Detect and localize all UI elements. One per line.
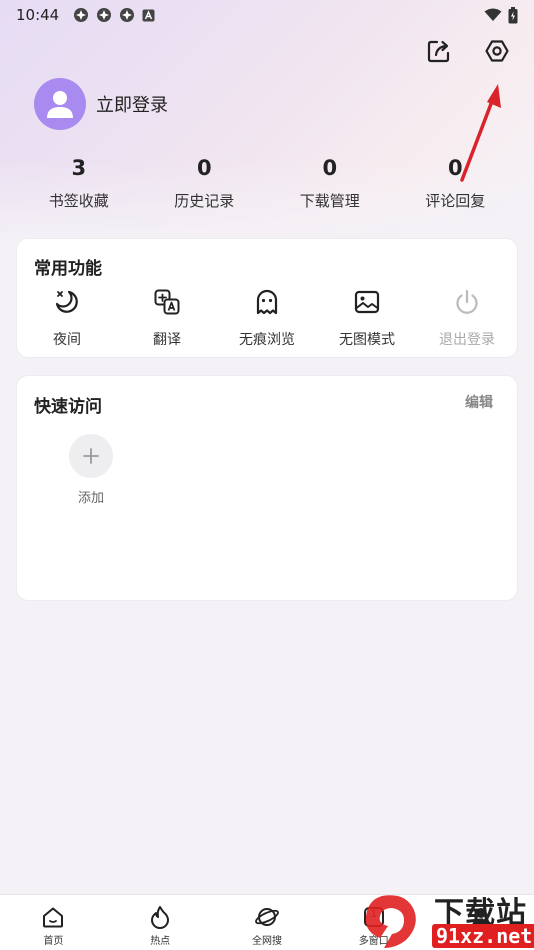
feature-translate[interactable]: 翻译 — [117, 287, 217, 349]
settings-icon — [485, 40, 509, 62]
nav-label: 全网搜 — [251, 936, 282, 947]
stat-label: 评论回复 — [425, 192, 486, 210]
translate-icon — [154, 289, 180, 315]
stats-row: 3 书签收藏 0 历史记录 0 下载管理 0 评论回复 — [16, 156, 518, 211]
app-icon — [97, 8, 112, 22]
nav-home[interactable]: 首页 — [0, 895, 107, 950]
stat-label: 下载管理 — [299, 192, 360, 210]
ghost-icon — [256, 289, 278, 315]
quick-access-title: 快速访问 — [34, 397, 102, 417]
plus-icon — [83, 448, 99, 464]
header-actions — [424, 36, 512, 66]
flame-icon — [151, 906, 170, 929]
watermark-url: 91xz.net — [432, 924, 534, 948]
nav-label: 热点 — [150, 936, 171, 947]
feature-logout[interactable]: 退出登录 — [417, 287, 517, 349]
stat-bookmarks[interactable]: 3 书签收藏 — [16, 156, 142, 211]
status-bar: 10:44 — [0, 0, 534, 30]
home-icon — [43, 907, 64, 928]
feature-night-mode[interactable]: 夜间 — [17, 287, 117, 349]
nav-label: 首页 — [43, 936, 64, 947]
add-label: 添加 — [77, 491, 104, 506]
stat-value: 0 — [196, 156, 212, 180]
avatar[interactable] — [34, 78, 86, 130]
feature-label: 翻译 — [153, 332, 181, 348]
power-icon — [456, 289, 478, 314]
feature-label: 无痕浏览 — [239, 332, 295, 348]
share-icon — [427, 40, 450, 63]
wifi-icon — [484, 8, 502, 21]
watermark-logo — [365, 895, 416, 948]
status-time: 10:44 — [16, 6, 60, 24]
stat-downloads[interactable]: 0 下载管理 — [267, 156, 393, 211]
stat-value: 0 — [322, 156, 338, 180]
feature-incognito[interactable]: 无痕浏览 — [217, 287, 317, 349]
common-functions-title: 常用功能 — [34, 259, 102, 279]
feature-list: 夜间 翻译 无痕浏览 无图模式 退出登录 — [17, 287, 517, 349]
add-shortcut-button[interactable] — [69, 434, 113, 478]
battery-icon — [508, 6, 518, 23]
watermark: 下载站 91xz.net — [356, 888, 534, 950]
stat-comments[interactable]: 0 评论回复 — [393, 156, 519, 211]
notification-icons — [73, 7, 155, 23]
stat-value: 0 — [447, 156, 463, 180]
app-icon — [120, 8, 135, 22]
user-avatar-icon — [47, 91, 73, 118]
feature-no-image[interactable]: 无图模式 — [317, 287, 417, 349]
common-functions-card: 常用功能 夜间 翻译 无痕浏览 无图模式 退出登录 — [16, 238, 518, 358]
planet-icon — [255, 908, 279, 926]
image-icon — [354, 290, 380, 314]
nav-hot[interactable]: 热点 — [107, 895, 214, 950]
stat-label: 书签收藏 — [48, 192, 109, 210]
feature-label: 夜间 — [53, 332, 81, 348]
moon-icon — [55, 290, 78, 313]
quick-access-card: 快速访问 编辑 添加 — [16, 375, 518, 601]
stat-history[interactable]: 0 历史记录 — [142, 156, 268, 211]
edit-button[interactable]: 编辑 — [465, 392, 493, 412]
login-label[interactable]: 立即登录 — [96, 91, 168, 117]
feature-label: 无图模式 — [339, 332, 395, 348]
a-icon — [142, 9, 155, 21]
feature-label: 退出登录 — [439, 332, 495, 348]
status-right-icons — [484, 6, 518, 24]
app-icon — [74, 8, 89, 22]
share-button[interactable] — [424, 36, 454, 66]
profile-login[interactable]: 立即登录 — [34, 78, 168, 130]
stat-label: 历史记录 — [174, 192, 235, 210]
settings-button[interactable] — [482, 36, 512, 66]
nav-search-all[interactable]: 全网搜 — [214, 895, 321, 950]
stat-value: 3 — [71, 156, 87, 180]
